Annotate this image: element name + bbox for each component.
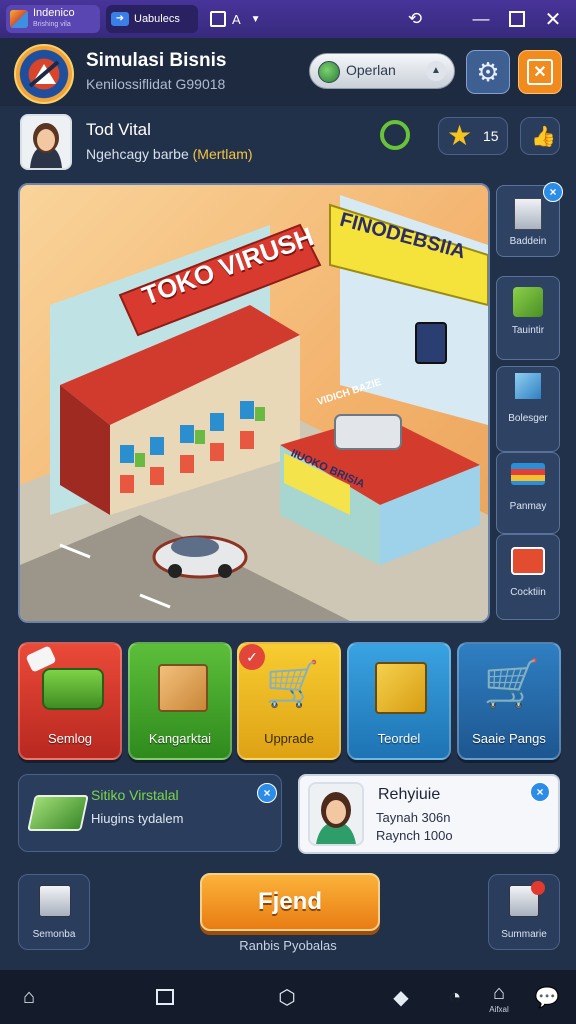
close-icon[interactable]: ✕ [542, 8, 564, 31]
stack-books-icon [511, 463, 545, 485]
sofa-icon [42, 668, 104, 710]
main-action-subtitle: Ranbis Pyobalas [239, 938, 337, 953]
summary-button[interactable]: Summarie [488, 874, 560, 950]
emulator-tab-title: Indenico [33, 7, 75, 19]
close-icon[interactable]: × [257, 783, 277, 803]
star-icon: ★ [447, 120, 473, 151]
close-badge-icon[interactable]: × [543, 182, 563, 202]
tile-semlog[interactable]: Semlog [18, 642, 122, 760]
notification-right[interactable]: Rehyiuie Taynah 306n Raynch 100o × [298, 774, 560, 854]
page-subtitle: Kenilossiflidat G99018 [86, 76, 226, 92]
customer-line2: Raynch 100o [376, 828, 453, 843]
clock-icon[interactable]: ◔ [442, 984, 468, 1010]
location-icon[interactable]: ⬡ [274, 984, 300, 1010]
tile-kangarktai[interactable]: Kangarktai [128, 642, 232, 760]
tile-label: Teordel [377, 731, 421, 746]
app-cube-icon [10, 10, 28, 28]
side-menu-label: Baddein [509, 236, 547, 247]
page-title: Simulasi Bisnis [86, 50, 227, 71]
tile-upgrade[interactable]: ✓ 🛒 Upprade [237, 642, 341, 760]
arrow-up-icon: ▲ [426, 61, 446, 81]
window-icon [210, 11, 226, 27]
notification-left[interactable]: Sitiko Virstalal Hiugins tydalem × [18, 774, 282, 852]
tile-teordel[interactable]: Teordel [347, 642, 451, 760]
thumb-up-icon: 👍 [531, 126, 556, 148]
refresh-icon[interactable] [380, 120, 410, 150]
gear-icon: ⚙ [476, 56, 500, 87]
customer-title: Rehyiuie [378, 786, 441, 803]
house-icon[interactable]: ⌂ [486, 980, 512, 1006]
recent-apps-icon[interactable] [152, 984, 178, 1010]
building-icon [514, 198, 542, 230]
exit-icon: ✕ [527, 59, 553, 85]
player-avatar[interactable] [20, 114, 72, 170]
tile-label: Semlog [47, 731, 93, 746]
side-menu-store[interactable]: Bolesger [496, 366, 560, 452]
side-menu-label: Tauintir [511, 325, 545, 336]
emulator-tab2-title: Uabulecs [134, 13, 180, 25]
side-menu-stock[interactable]: Tauintir [496, 276, 560, 360]
minimize-icon[interactable]: — [470, 8, 492, 30]
side-menu-building[interactable]: × Baddein [496, 182, 563, 257]
side-menu-label: Cocktiin [510, 587, 546, 598]
money-icon [27, 795, 89, 831]
emulator-tab-third[interactable]: A ▼ [206, 5, 276, 33]
semonba-button[interactable]: Semonba [18, 874, 90, 950]
emulator-tab3-title: A [232, 11, 241, 27]
maximize-icon[interactable] [506, 8, 528, 30]
chat-icon[interactable]: 💬 [534, 984, 560, 1010]
nav-extra-label: Aifxal [489, 1005, 509, 1014]
side-menu-label: Bolesger [508, 413, 548, 424]
box-stack-icon [513, 287, 543, 317]
upgrade-arrow-button[interactable]: 👍 [520, 117, 560, 155]
side-menu-label: Panmay [509, 501, 547, 512]
diamond-icon[interactable]: ◆ [388, 984, 414, 1010]
shopping-cart-icon: 🛒 [483, 657, 541, 709]
game-logo [14, 44, 74, 104]
gift-box-icon [39, 885, 71, 917]
cube-icon [515, 373, 541, 399]
main-action-button[interactable]: Fjend [200, 873, 380, 931]
main-action-label: Fjend [258, 888, 322, 915]
emulator-tab-subtitle: Brishing vila [33, 21, 71, 28]
notification-text: Hiugins tydalem [91, 811, 184, 826]
exit-button[interactable]: ✕ [518, 50, 562, 94]
screen-rotate-icon[interactable]: ⟲ [404, 8, 426, 30]
open-toggle-pill[interactable]: Operlan ▲ [309, 53, 455, 89]
chevron-down-icon[interactable]: ▼ [251, 14, 261, 25]
customer-line1: Taynah 306n [376, 810, 451, 825]
status-text: Ngehcagy barbe [86, 146, 189, 162]
tile-label: Kangarktai [148, 731, 212, 746]
notification-title: Sitiko Virstalal [91, 787, 179, 803]
stars-counter[interactable]: ★ 15 [438, 117, 508, 155]
emulator-tab-second[interactable]: ➜ Uabulecs [106, 5, 198, 33]
cart-icon: 🛒 [265, 660, 320, 709]
customer-avatar [308, 782, 364, 846]
store-scene[interactable]: TOKO VIRUSH FINODEBSIIA VIDICH BAZIE IIU… [18, 183, 490, 623]
semonba-label: Semonba [32, 929, 76, 940]
alert-badge-icon [531, 881, 545, 895]
tile-sale-pangs[interactable]: 🛒 Saaie Pangs [457, 642, 561, 760]
player-name: Tod Vital [86, 120, 151, 139]
tile-label: Saaie Pangs [472, 731, 546, 746]
crate-icon [375, 662, 427, 714]
badge-check-icon: ✓ [239, 644, 265, 670]
settings-button[interactable]: ⚙ [466, 50, 510, 94]
package-icon [158, 664, 208, 712]
player-status: Ngehcagy barbe (Mertlam) [86, 146, 253, 162]
summary-label: Summarie [501, 929, 547, 940]
status-tag: (Mertlam) [192, 146, 253, 162]
pill-label: Operlan [346, 62, 396, 78]
close-icon[interactable]: × [530, 782, 550, 802]
side-menu-payment[interactable]: Panmay [496, 452, 560, 534]
home-icon[interactable]: ⌂ [16, 984, 42, 1010]
side-menu-cooking[interactable]: Cocktiin [496, 534, 560, 620]
tab-arrow-icon: ➜ [111, 12, 129, 26]
camera-icon [511, 547, 545, 575]
stars-value: 15 [483, 128, 499, 144]
tile-label: Upprade [264, 731, 314, 746]
emulator-tab-app[interactable]: Indenico Brishing vila [6, 5, 100, 33]
globe-icon [318, 61, 340, 83]
